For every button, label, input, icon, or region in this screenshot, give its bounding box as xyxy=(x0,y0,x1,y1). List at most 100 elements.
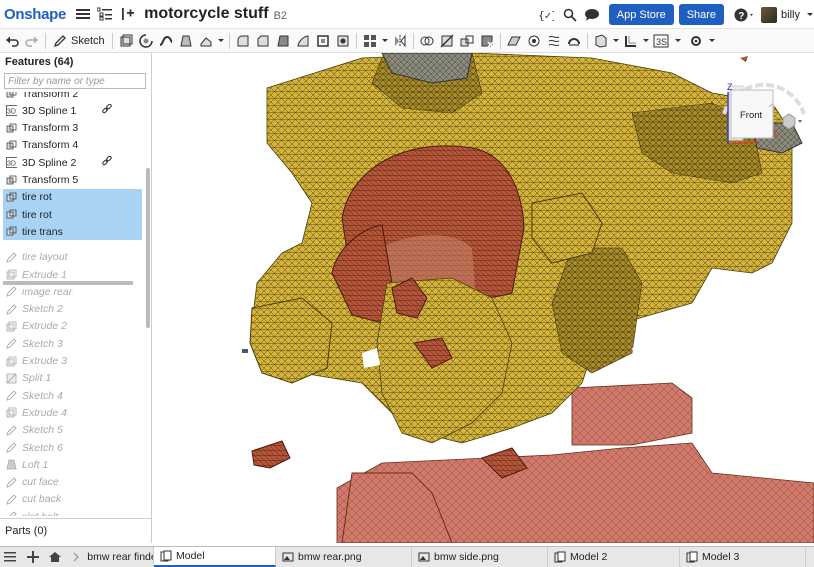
add-tab-icon[interactable] xyxy=(22,547,44,567)
feature-item[interactable]: cut face xyxy=(3,474,142,491)
feature-item-label: tire trans xyxy=(22,225,63,238)
feature-item[interactable]: tire trans xyxy=(3,223,142,241)
draft-icon[interactable] xyxy=(273,31,293,51)
boolean-icon[interactable] xyxy=(417,31,437,51)
dropdown-chevron-icon[interactable] xyxy=(380,31,390,51)
split-icon[interactable] xyxy=(437,31,457,51)
shell-icon[interactable] xyxy=(313,31,333,51)
onshape-logo[interactable]: Onshape xyxy=(4,6,66,23)
view-cube-face-label[interactable]: Front xyxy=(740,110,763,121)
sheet-metal-icon[interactable] xyxy=(621,31,641,51)
chamfer-icon[interactable] xyxy=(253,31,273,51)
feature-item[interactable]: Transform 5 xyxy=(3,172,142,189)
comment-icon[interactable] xyxy=(583,6,601,24)
mate-connector-icon[interactable] xyxy=(524,31,544,51)
helix-icon[interactable] xyxy=(544,31,564,51)
feature-item[interactable]: Sketch 5 xyxy=(3,422,142,439)
wrap-icon[interactable] xyxy=(564,31,584,51)
fillet-icon[interactable] xyxy=(233,31,253,51)
link-icon[interactable] xyxy=(102,104,112,117)
user-avatar[interactable] xyxy=(761,6,778,23)
user-menu-chevron-icon[interactable] xyxy=(806,6,814,24)
transform-icon xyxy=(6,140,17,151)
feature-tree: Transform 2 3D 3D Spline 1 Transform 3 Trans… xyxy=(0,92,145,516)
feature-item[interactable]: Transform 3 xyxy=(3,120,142,137)
view-cube[interactable]: Z X Front xyxy=(714,62,814,172)
feature-item[interactable]: Extrude 4 xyxy=(3,404,142,421)
parts-heading[interactable]: Parts (0) xyxy=(0,518,151,543)
share-button[interactable]: Share xyxy=(678,4,725,25)
feature-item[interactable]: Sketch 6 xyxy=(3,439,142,456)
revolve-icon[interactable] xyxy=(136,31,156,51)
pattern-icon[interactable] xyxy=(360,31,380,51)
home-icon[interactable] xyxy=(44,547,66,567)
dropdown-chevron-icon[interactable] xyxy=(216,31,226,51)
feature-item-label: cut back xyxy=(22,493,62,506)
toolbar-divider xyxy=(412,32,414,49)
mirror-icon[interactable] xyxy=(390,31,410,51)
feature-item-label: Sketch 4 xyxy=(22,389,63,402)
feature-item[interactable]: Transform 2 xyxy=(3,92,142,102)
sweep-icon[interactable] xyxy=(156,31,176,51)
user-name[interactable]: billy xyxy=(781,9,800,21)
tab-model[interactable]: Model xyxy=(154,547,276,567)
feature-item[interactable]: tire rot xyxy=(3,206,142,224)
help-icon[interactable]: ? xyxy=(733,6,757,24)
document-version[interactable]: B2 xyxy=(274,10,287,22)
feature-list-scrollbar[interactable] xyxy=(146,168,150,328)
dropdown-chevron-icon[interactable] xyxy=(641,31,651,51)
undo-icon[interactable] xyxy=(2,31,22,51)
tab-label: bmw rear finder xyxy=(87,551,153,563)
tab-image[interactable]: bmw side.png xyxy=(412,547,548,567)
tab-image[interactable]: bmw rear.png xyxy=(276,547,412,567)
feature-item[interactable]: Extrude 3 xyxy=(3,353,142,370)
dropdown-chevron-icon[interactable] xyxy=(673,31,683,51)
filter-input[interactable]: Filter by name or type xyxy=(4,73,146,89)
search-icon[interactable] xyxy=(561,6,579,24)
tab-list-icon[interactable] xyxy=(0,547,22,567)
feature-item[interactable]: tire layout xyxy=(3,249,142,266)
extrude-icon[interactable] xyxy=(116,31,136,51)
feature-item[interactable]: cut back xyxy=(3,491,142,508)
feature-list-icon[interactable] xyxy=(96,5,114,23)
insert-feature-icon[interactable] xyxy=(118,5,136,23)
thicken-icon[interactable] xyxy=(196,31,216,51)
tab-model-3[interactable]: Model 3 xyxy=(680,547,806,567)
dropdown-chevron-icon[interactable] xyxy=(611,31,621,51)
hole-icon[interactable] xyxy=(333,31,353,51)
plane-icon[interactable] xyxy=(504,31,524,51)
feature-item[interactable]: Extrude 2 xyxy=(3,318,142,335)
feature-item[interactable]: Sketch 3 xyxy=(3,335,142,352)
link-icon[interactable] xyxy=(102,155,112,169)
featurescript-icon[interactable]: 3S xyxy=(651,31,673,51)
feature-item[interactable]: Split 1 xyxy=(3,370,142,387)
tab-label: bmw rear.png xyxy=(298,551,362,563)
transform-icon[interactable] xyxy=(457,31,477,51)
feature-item[interactable]: Transform 4 xyxy=(3,137,142,154)
rollback-bar[interactable] xyxy=(3,281,133,285)
delete-part-icon[interactable] xyxy=(477,31,497,51)
feature-item[interactable]: Sketch 4 xyxy=(3,387,142,404)
extrude-icon xyxy=(6,269,17,280)
app-store-button[interactable]: App Store xyxy=(608,4,674,25)
feature-item[interactable]: 3D 3D Spline 1 xyxy=(3,102,142,119)
hamburger-menu-icon[interactable] xyxy=(74,5,92,23)
code-braces-icon[interactable]: {✓} xyxy=(535,6,557,24)
surface-icon[interactable] xyxy=(591,31,611,51)
feature-item[interactable]: 3D 3D Spline 2 xyxy=(3,154,142,171)
sketch-button[interactable]: Sketch xyxy=(49,31,109,51)
redo-icon[interactable] xyxy=(22,31,42,51)
tab-folder[interactable]: bmw rear finder xyxy=(66,547,154,567)
loft-icon[interactable] xyxy=(176,31,196,51)
feature-item[interactable]: Loft 1 xyxy=(3,456,142,473)
feature-item[interactable]: slot bolt xyxy=(3,508,142,516)
dropdown-chevron-icon[interactable] xyxy=(707,31,717,51)
feature-item[interactable]: tire rot xyxy=(3,188,142,206)
tab-model-2[interactable]: Model 2 xyxy=(548,547,680,567)
feature-item[interactable]: Sketch 2 xyxy=(3,301,142,318)
view-menu-icon[interactable] xyxy=(782,113,796,130)
document-title[interactable]: motorcycle stuff xyxy=(144,5,268,23)
settings-icon[interactable] xyxy=(687,31,707,51)
feature-item[interactable]: image rear xyxy=(3,283,142,300)
rib-icon[interactable] xyxy=(293,31,313,51)
